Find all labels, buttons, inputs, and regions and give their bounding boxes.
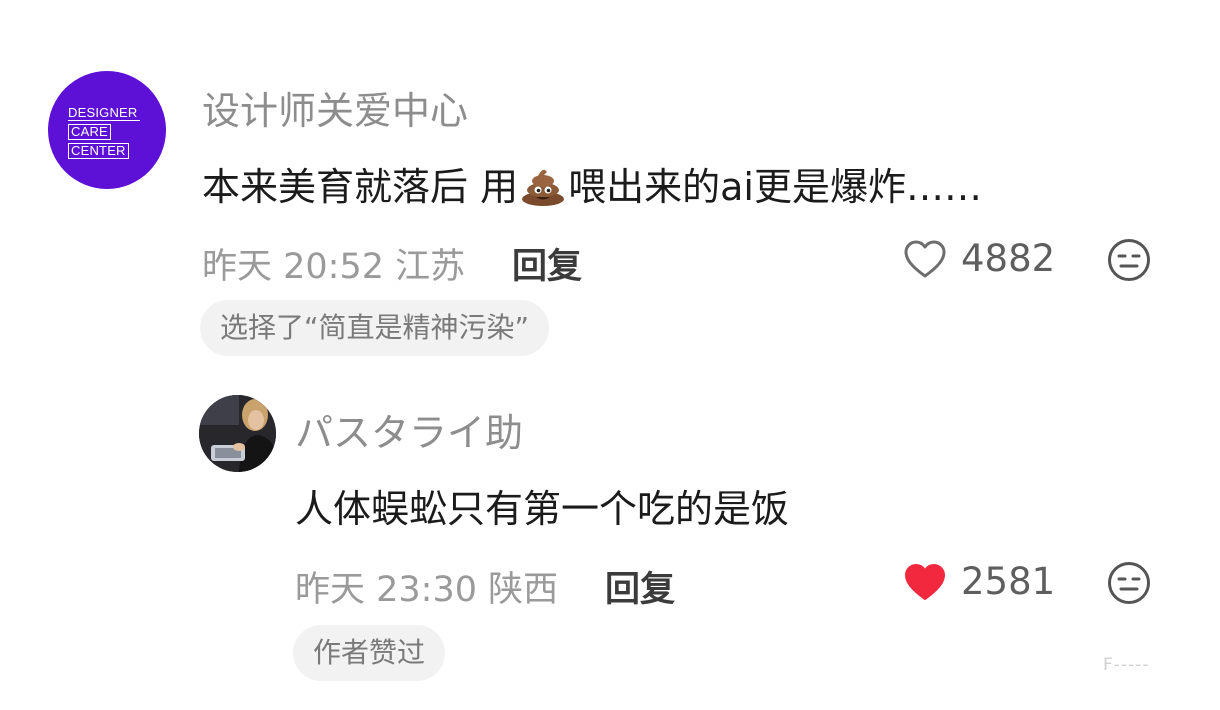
comment-text: 人体蜈蚣只有第一个吃的是饭 [295, 487, 790, 531]
poop-emoji-icon [522, 169, 565, 206]
comment-text-before: 本来美育就落后 用 [202, 165, 519, 209]
logo-line-3: CENTER [68, 143, 129, 159]
logo-line-1: DESIGNER [68, 105, 140, 121]
username[interactable]: 设计师关爱中心 [202, 80, 468, 135]
heart-filled-icon[interactable] [903, 562, 947, 602]
reply-button[interactable]: 回复 [605, 561, 675, 612]
comment-time: 昨天 23:30 [295, 570, 477, 610]
avatar-photo-image [199, 395, 276, 472]
like-count: 2581 [961, 560, 1056, 603]
comment-text-after: 喂出来的ai更是爆炸…… [568, 165, 982, 209]
avatar-logo: DESIGNER CARE CENTER [68, 104, 140, 161]
dislike-face-icon[interactable] [1106, 560, 1152, 606]
comment-meta: 昨天 20:52 江苏 [202, 238, 465, 289]
avatar[interactable]: DESIGNER CARE CENTER [48, 71, 166, 189]
like-count: 4882 [961, 237, 1056, 280]
logo-line-2: CARE [68, 124, 111, 140]
comment-location: 江苏 [395, 247, 466, 287]
comment-meta: 昨天 23:30 陕西 [295, 561, 558, 612]
username[interactable]: パスタライ助 [295, 402, 523, 457]
comment-text: 本来美育就落后 用 喂出来的ai更是爆炸…… [202, 156, 982, 211]
author-liked-badge: 作者赞过 [293, 625, 446, 681]
heart-outline-icon[interactable] [903, 239, 947, 279]
reply-button[interactable]: 回复 [512, 238, 582, 289]
comment-location: 陕西 [488, 570, 559, 610]
dislike-face-icon[interactable] [1106, 237, 1152, 283]
vote-chip: 选择了“简直是精神污染” [200, 300, 550, 356]
watermark: F----- [1103, 655, 1150, 675]
comment-time: 昨天 20:52 [202, 247, 384, 287]
avatar[interactable] [199, 395, 276, 472]
